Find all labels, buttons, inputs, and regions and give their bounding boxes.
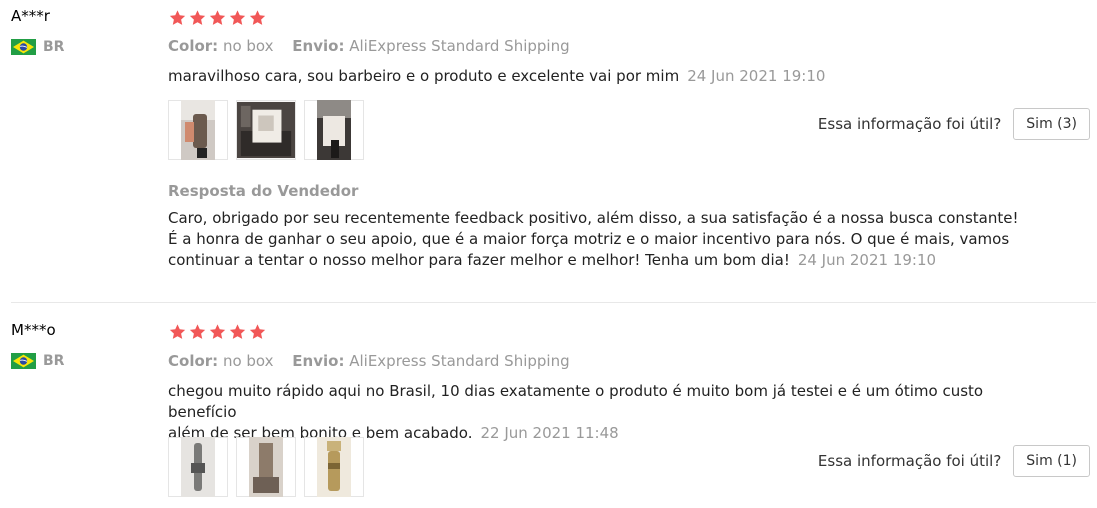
seller-reply-line: Caro, obrigado por seu recentemente feed… (168, 209, 1019, 227)
star-icon (249, 324, 266, 339)
country-code: BR (43, 39, 65, 55)
star-icon (249, 10, 266, 25)
helpful-section: Essa informação foi útil? Sim (1) (818, 445, 1090, 477)
review-photo[interactable] (236, 437, 296, 497)
reviewer-country: BR (11, 39, 64, 55)
brazil-flag-icon (11, 353, 36, 369)
star-icon (229, 324, 246, 339)
seller-reply-title: Resposta do Vendedor (168, 182, 359, 200)
helpful-section: Essa informação foi útil? Sim (3) (818, 108, 1090, 140)
shipping-value: AliExpress Standard Shipping (349, 352, 570, 370)
color-label: Color: (168, 352, 219, 370)
review-date: 22 Jun 2021 11:48 (480, 424, 619, 442)
photo-thumbnail-icon (237, 101, 295, 159)
reviewer-name: A***r (11, 7, 50, 25)
star-icon (189, 324, 206, 339)
order-info: Color: no box Envio: AliExpress Standard… (168, 37, 584, 55)
color-value: no box (222, 37, 274, 55)
photo-thumbnail-icon (317, 100, 351, 160)
review-photo[interactable] (168, 437, 228, 497)
review-item: A***r BR Color: no box Envio: AliExpress… (0, 0, 1097, 302)
shipping-label: Envio: (292, 352, 345, 370)
reviewer-country: BR (11, 353, 64, 369)
star-icon (229, 10, 246, 25)
photo-thumbnail-icon (181, 437, 215, 497)
star-icon (169, 324, 186, 339)
review-photo[interactable] (304, 100, 364, 160)
shipping-value: AliExpress Standard Shipping (349, 37, 570, 55)
color-label: Color: (168, 37, 219, 55)
brazil-flag-icon (11, 39, 36, 55)
reviewer-name: M***o (11, 321, 56, 339)
review-body-line: chegou muito rápido aqui no Brasil, 10 d… (168, 382, 984, 421)
seller-reply-line: continuar a tentar o nosso melhor para f… (168, 251, 790, 269)
photo-thumbnail-icon (317, 437, 351, 497)
review-photo[interactable] (168, 100, 228, 160)
seller-reply-date: 24 Jun 2021 19:10 (797, 251, 937, 269)
review-text: maravilhoso cara, sou barbeiro e o produ… (168, 66, 1048, 87)
review-body: maravilhoso cara, sou barbeiro e o produ… (168, 67, 680, 85)
review-photos (168, 100, 364, 160)
helpful-question: Essa informação foi útil? (817, 115, 1002, 133)
helpful-question: Essa informação foi útil? (817, 452, 1002, 470)
order-info: Color: no box Envio: AliExpress Standard… (168, 352, 584, 370)
star-rating (168, 9, 267, 27)
star-icon (209, 324, 226, 339)
review-photos (168, 437, 364, 497)
helpful-yes-button[interactable]: Sim (3) (1013, 108, 1090, 140)
star-icon (189, 10, 206, 25)
review-photo[interactable] (304, 437, 364, 497)
star-rating (168, 323, 267, 341)
country-code: BR (43, 353, 65, 369)
review-date: 24 Jun 2021 19:10 (687, 67, 826, 85)
helpful-yes-button[interactable]: Sim (1) (1013, 445, 1090, 477)
seller-reply-line: É a honra de ganhar o seu apoio, que é a… (168, 230, 1010, 248)
review-photo[interactable] (236, 100, 296, 160)
color-value: no box (222, 352, 274, 370)
star-icon (209, 10, 226, 25)
photo-thumbnail-icon (181, 100, 215, 160)
review-text: chegou muito rápido aqui no Brasil, 10 d… (168, 381, 1048, 444)
photo-thumbnail-icon (249, 437, 283, 497)
shipping-label: Envio: (292, 37, 345, 55)
seller-reply-text: Caro, obrigado por seu recentemente feed… (168, 208, 1048, 271)
star-icon (169, 10, 186, 25)
review-divider (11, 302, 1096, 303)
